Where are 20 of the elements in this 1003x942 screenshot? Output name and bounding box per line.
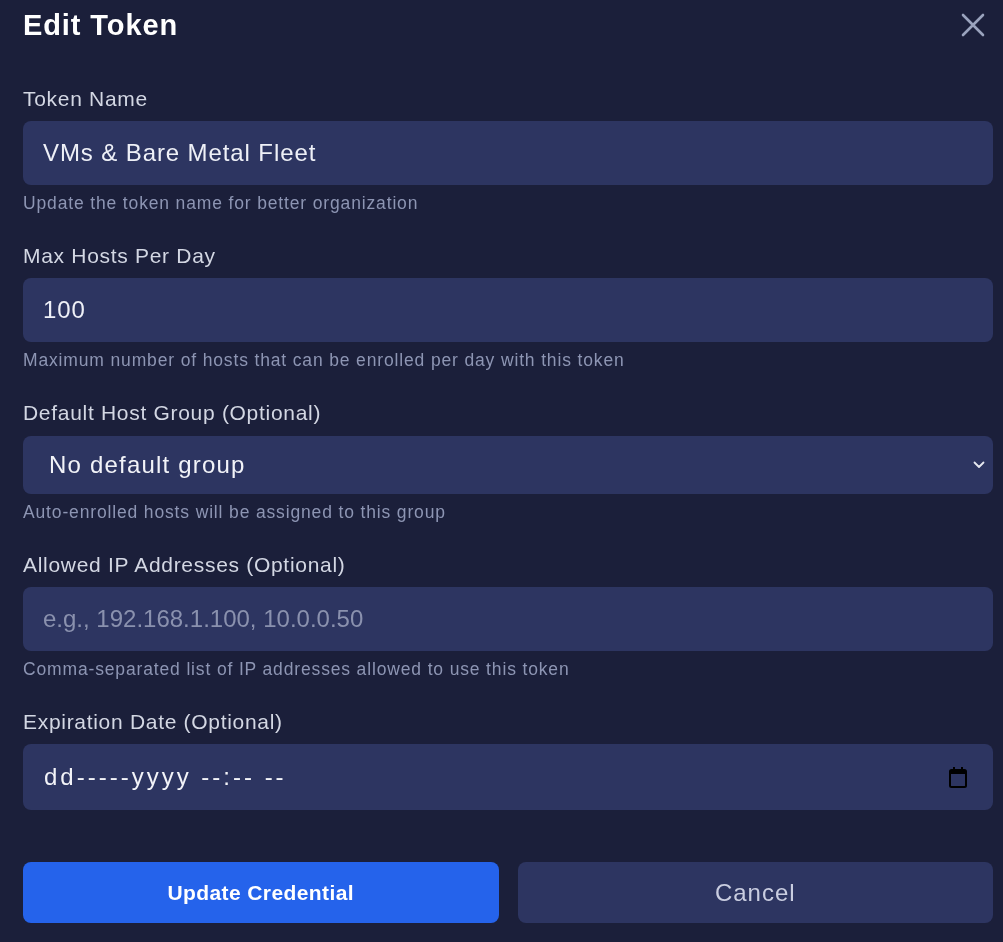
- field-label: Expiration Date (Optional): [23, 710, 283, 734]
- update-button[interactable]: Update Credential: [23, 862, 499, 923]
- field-label: Allowed IP Addresses (Optional): [23, 553, 346, 577]
- cancel-button[interactable]: Cancel: [517, 862, 993, 923]
- text-input[interactable]: 100: [23, 278, 993, 342]
- text-input[interactable]: e.g., 192.168.1.100, 10.0.0.50: [23, 587, 993, 651]
- field-label: Max Hosts Per Day: [23, 244, 216, 268]
- help-text: Maximum number of hosts that can be enrolled per day with this token: [23, 349, 625, 371]
- group-select[interactable]: No default group: [23, 436, 993, 494]
- close-icon: [961, 13, 985, 37]
- field-label: Default Host Group (Optional): [23, 401, 322, 425]
- chevron-down-icon: [973, 461, 985, 469]
- field-label: Token Name: [23, 87, 148, 111]
- help-text: Update the token name for better organization: [23, 192, 419, 214]
- close-button[interactable]: [961, 13, 985, 37]
- date-time-input[interactable]: dd-----yyyy --:-- --: [23, 744, 993, 810]
- dialog-title: Edit Token: [23, 8, 179, 42]
- text-input[interactable]: VMs & Bare Metal Fleet: [23, 121, 993, 185]
- help-text: Auto-enrolled hosts will be assigned to this group: [23, 501, 446, 523]
- help-text: Comma-separated list of IP addresses allowed to use this token: [23, 658, 570, 680]
